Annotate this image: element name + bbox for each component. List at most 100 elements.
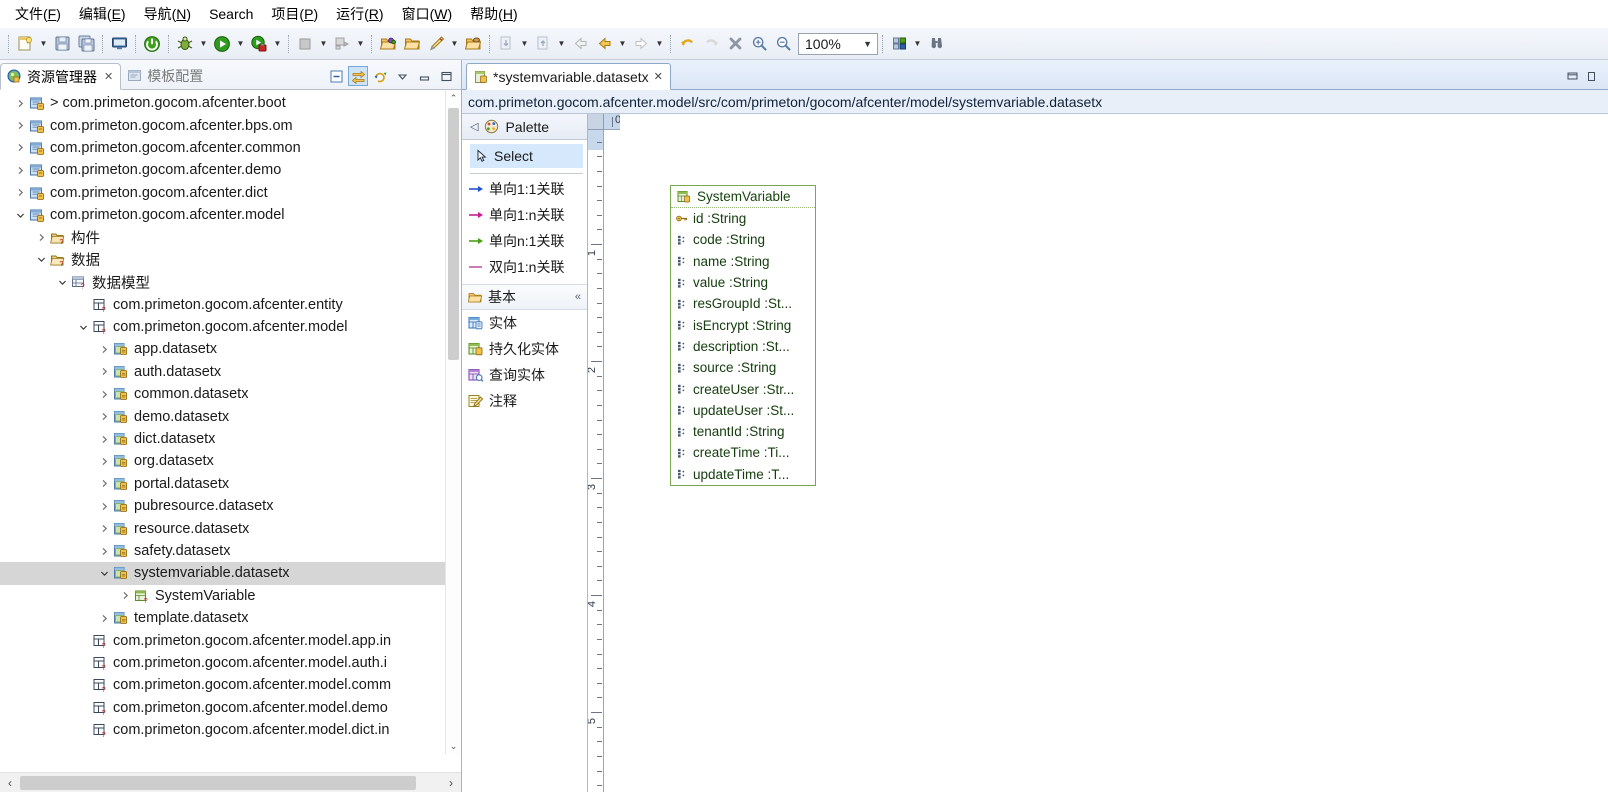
palette-basic-3[interactable]: 注释: [462, 388, 587, 414]
editor-tab-systemvariable[interactable]: *systemvariable.datasetx ✕: [466, 63, 671, 90]
chevron-right-icon[interactable]: [96, 367, 112, 376]
import-icon[interactable]: [494, 32, 518, 56]
zoom-out-icon[interactable]: [771, 32, 795, 56]
chevron-right-icon[interactable]: [96, 412, 112, 421]
pin-icon[interactable]: «: [575, 291, 587, 303]
save-all-icon[interactable]: [74, 32, 98, 56]
entity-field[interactable]: description :St...: [671, 336, 815, 357]
tree-item[interactable]: safety.datasetx: [0, 540, 461, 562]
tree-horizontal-scrollbar[interactable]: ‹ ›: [0, 772, 461, 792]
tree-item[interactable]: com.primeton.gocom.afcenter.dict: [0, 182, 461, 204]
stop-dropdown-arrow[interactable]: ▼: [317, 32, 330, 56]
scroll-thumb-horizontal[interactable]: [20, 776, 416, 790]
tree-item[interactable]: ?com.primeton.gocom.afcenter.model.auth.…: [0, 652, 461, 674]
view-menu-icon[interactable]: [392, 66, 412, 86]
tree-item[interactable]: ?com.primeton.gocom.afcenter.model.comm: [0, 674, 461, 696]
run-dropdown-arrow[interactable]: ▼: [234, 32, 247, 56]
palette-relation-1[interactable]: 单向1:n关联: [462, 202, 587, 228]
back-icon[interactable]: [592, 32, 616, 56]
scroll-down-icon[interactable]: ⌄: [446, 738, 461, 754]
menu-navigate[interactable]: 导航(N): [135, 0, 200, 28]
tree-item[interactable]: org.datasetx: [0, 450, 461, 472]
scroll-up-icon[interactable]: ⌃: [446, 90, 461, 106]
menu-edit[interactable]: 编辑(E): [70, 0, 135, 28]
palette-select-tool[interactable]: Select: [470, 144, 583, 168]
scroll-right-icon[interactable]: ›: [441, 776, 461, 790]
entity-field[interactable]: isEncrypt :String: [671, 314, 815, 335]
chevron-right-icon[interactable]: [96, 614, 112, 623]
undo-icon[interactable]: [675, 32, 699, 56]
chevron-right-icon[interactable]: [12, 188, 28, 197]
menu-search[interactable]: Search: [200, 2, 262, 26]
console-icon[interactable]: [107, 32, 131, 56]
maximize-icon[interactable]: [1585, 70, 1598, 83]
entity-field[interactable]: tenantId :String: [671, 421, 815, 442]
palette-relation-2[interactable]: 单向n:1关联: [462, 228, 587, 254]
close-icon[interactable]: ✕: [654, 70, 663, 83]
chevron-right-icon[interactable]: [96, 390, 112, 399]
delete-icon[interactable]: [723, 32, 747, 56]
chevron-right-icon[interactable]: [96, 345, 112, 354]
open-resource-icon[interactable]: [461, 32, 485, 56]
chevron-right-icon[interactable]: [96, 502, 112, 511]
entity-field[interactable]: source :String: [671, 357, 815, 378]
diagram-canvas[interactable]: SystemVariable id :Stringcode :Stringnam…: [604, 130, 1608, 792]
palette-group-basic[interactable]: 基本 «: [462, 284, 587, 310]
tree-vertical-scrollbar[interactable]: ⌃ ⌄: [445, 90, 461, 754]
chevron-right-icon[interactable]: [96, 524, 112, 533]
chevron-down-icon[interactable]: [96, 569, 112, 578]
entity-figure-systemvariable[interactable]: SystemVariable id :Stringcode :Stringnam…: [670, 185, 816, 486]
export-dropdown-arrow[interactable]: ▼: [555, 32, 568, 56]
chevron-down-icon[interactable]: [54, 278, 70, 287]
brush-dropdown-arrow[interactable]: ▼: [448, 32, 461, 56]
debug-dropdown-arrow[interactable]: ▼: [197, 32, 210, 56]
debug-icon[interactable]: [173, 32, 197, 56]
chevron-down-icon[interactable]: [75, 323, 91, 332]
resource-tree[interactable]: > com.primeton.gocom.afcenter.bootcom.pr…: [0, 90, 461, 772]
chevron-right-icon[interactable]: [33, 233, 49, 242]
tree-item[interactable]: ?com.primeton.gocom.afcenter.model.dict.…: [0, 719, 461, 741]
palette-relation-3[interactable]: 双向1:n关联: [462, 254, 587, 280]
scroll-thumb[interactable]: [448, 108, 459, 360]
chevron-right-icon[interactable]: [12, 166, 28, 175]
tree-item[interactable]: ?com.primeton.gocom.afcenter.entity: [0, 294, 461, 316]
menu-file[interactable]: 文件(F): [6, 0, 70, 28]
menu-help[interactable]: 帮助(H): [461, 0, 526, 28]
entity-field[interactable]: value :String: [671, 272, 815, 293]
chevron-down-icon[interactable]: [33, 255, 49, 264]
run-server-dropdown-arrow[interactable]: ▼: [271, 32, 284, 56]
palette-basic-1[interactable]: 持久化实体: [462, 336, 587, 362]
chevron-right-icon[interactable]: [117, 591, 133, 600]
new-file-dropdown-arrow[interactable]: ▼: [37, 32, 50, 56]
search-binoculars-icon[interactable]: [924, 32, 948, 56]
scroll-left-icon[interactable]: ‹: [0, 776, 20, 790]
save-icon[interactable]: [50, 32, 74, 56]
tree-item[interactable]: com.primeton.gocom.afcenter.bps.om: [0, 114, 461, 136]
back-light-icon[interactable]: [568, 32, 592, 56]
tree-item[interactable]: auth.datasetx: [0, 361, 461, 383]
power-icon[interactable]: [140, 32, 164, 56]
tree-item[interactable]: ?com.primeton.gocom.afcenter.model.app.i…: [0, 629, 461, 651]
tab-template-config[interactable]: 模板配置: [121, 62, 210, 89]
entity-field[interactable]: id :String: [671, 208, 815, 229]
vertical-ruler[interactable]: 12345: [588, 130, 604, 792]
chevron-right-icon[interactable]: [96, 479, 112, 488]
tree-item[interactable]: template.datasetx: [0, 607, 461, 629]
tree-item[interactable]: com.primeton.gocom.afcenter.model: [0, 204, 461, 226]
tree-item[interactable]: common.datasetx: [0, 383, 461, 405]
tree-item[interactable]: pubresource.datasetx: [0, 495, 461, 517]
menu-window[interactable]: 窗口(W): [393, 0, 462, 28]
forward-icon[interactable]: [629, 32, 653, 56]
entity-field[interactable]: createTime :Ti...: [671, 442, 815, 463]
minimize-icon[interactable]: [414, 66, 434, 86]
perspective-icon[interactable]: [887, 32, 911, 56]
zoom-level-combo[interactable]: 100% ▼: [798, 33, 878, 55]
tree-item[interactable]: ?构件: [0, 226, 461, 248]
open-folder-icon[interactable]: [400, 32, 424, 56]
refresh-icon[interactable]: [370, 66, 390, 86]
tree-item[interactable]: portal.datasetx: [0, 473, 461, 495]
tree-item[interactable]: ?com.primeton.gocom.afcenter.model: [0, 316, 461, 338]
palette-basic-0[interactable]: 实体: [462, 310, 587, 336]
import-dropdown-arrow[interactable]: ▼: [518, 32, 531, 56]
tree-item[interactable]: com.primeton.gocom.afcenter.demo: [0, 159, 461, 181]
